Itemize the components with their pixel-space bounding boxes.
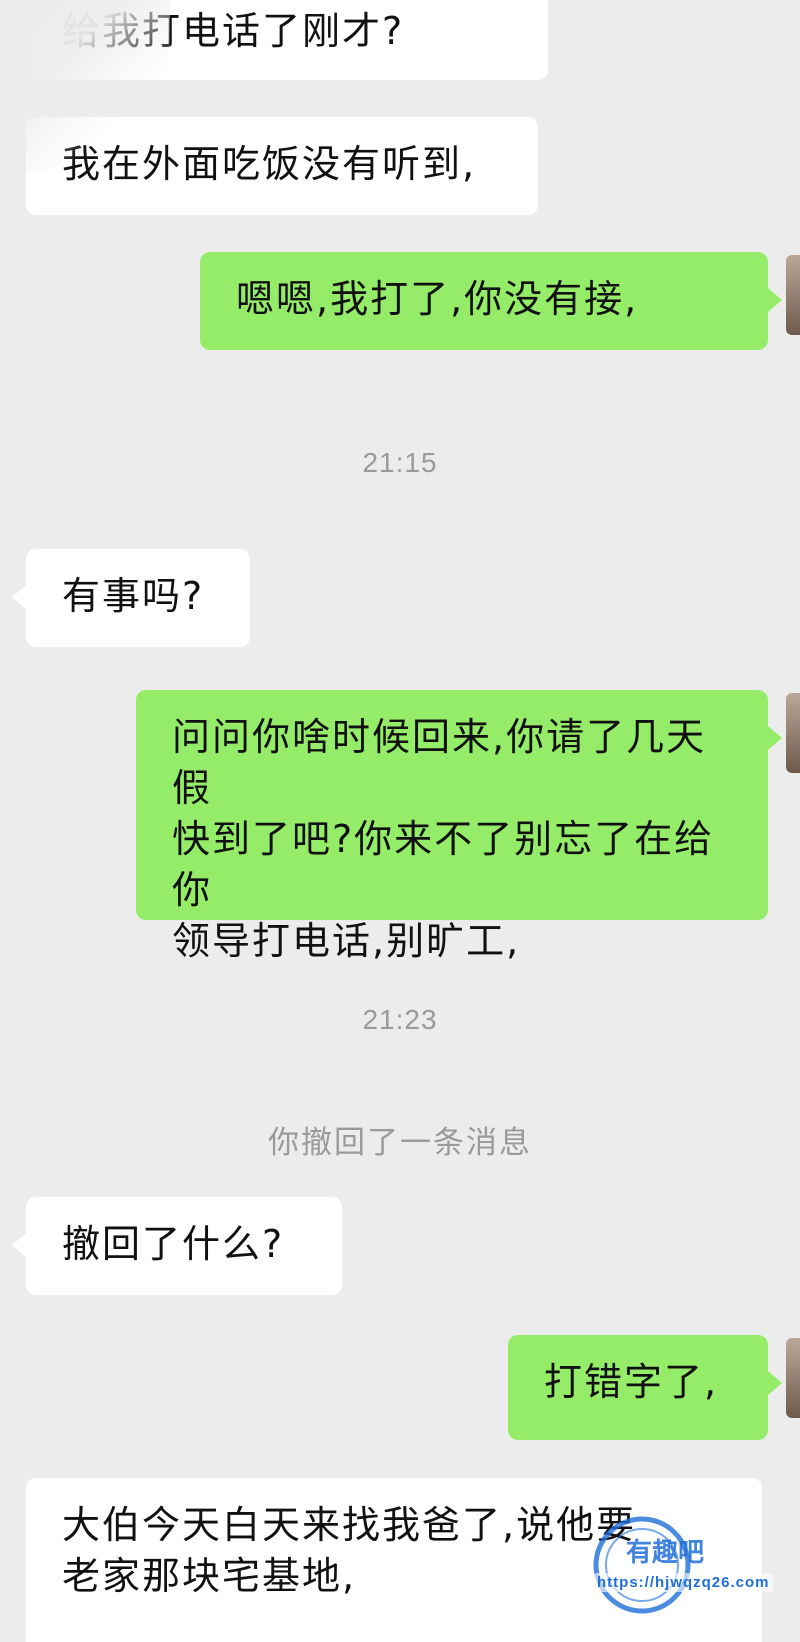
incoming-message[interactable]: 有事吗? [12,549,250,647]
incoming-message[interactable]: 大伯今天白天来找我爸了,说他要 老家那块宅基地, [26,1478,762,1642]
incoming-message[interactable]: 撤回了什么? [12,1197,342,1295]
incoming-message[interactable]: 给我打电话了刚才? [26,0,548,80]
recall-notice: 你撤回了一条消息 [268,1125,532,1161]
avatar[interactable] [786,255,800,335]
timestamp: 21:15 [362,447,438,478]
incoming-message[interactable]: 我在外面吃饭没有听到, [26,117,538,215]
avatar[interactable] [786,693,800,773]
outgoing-message[interactable]: 嗯嗯,我打了,你没有接, [200,252,782,350]
outgoing-message[interactable]: 问问你啥时候回来,你请了几天假 快到了吧?你来不了别忘了在给你 领导打电话,别旷… [136,690,782,963]
outgoing-message[interactable]: 打错字了, [508,1335,782,1440]
avatar[interactable] [786,1338,800,1418]
timestamp: 21:23 [362,1004,438,1035]
chat-area: 给我打电话了刚才? 我在外面吃饭没有听到, 嗯嗯,我打了,你没有接, 21:15… [0,0,800,1642]
